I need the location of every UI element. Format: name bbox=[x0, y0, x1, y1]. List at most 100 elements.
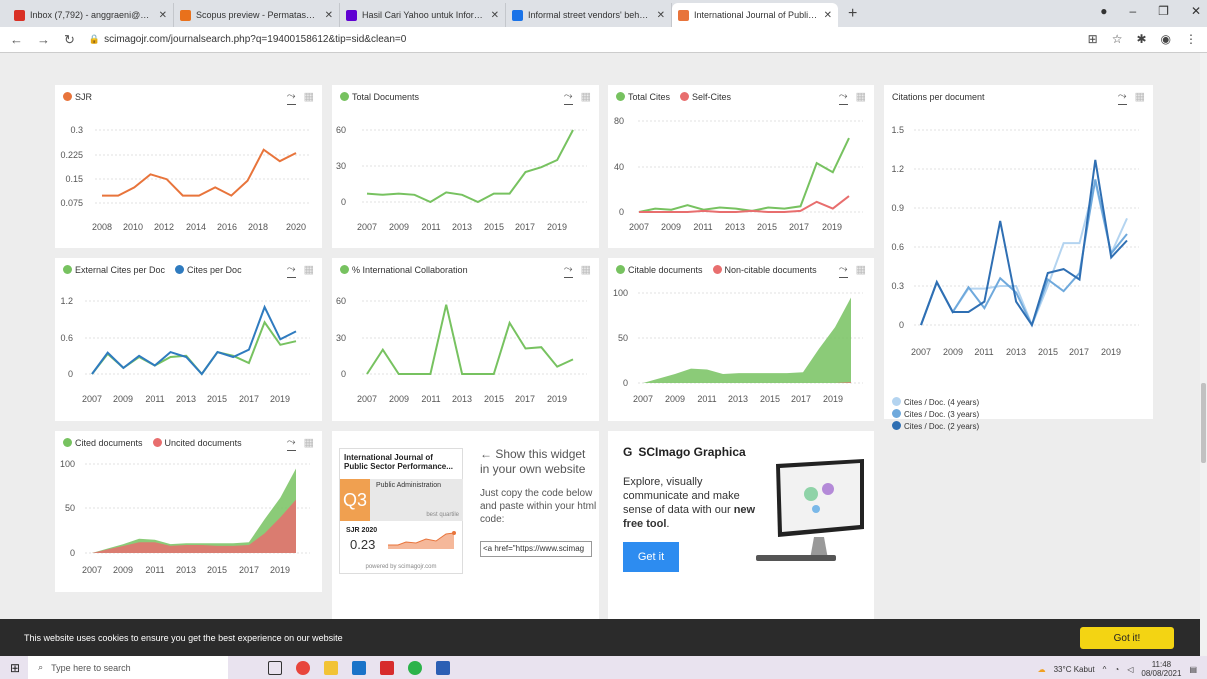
close-window-icon[interactable]: ✕ bbox=[1191, 4, 1201, 18]
x-tick: 2015 bbox=[484, 394, 504, 404]
profile-icon[interactable]: ● bbox=[1100, 4, 1107, 18]
quartile-badge: Q3 bbox=[340, 479, 370, 521]
tab-informal[interactable]: Informal street vendors' behavio ✕ bbox=[506, 3, 672, 27]
close-tab-icon[interactable]: ✕ bbox=[159, 10, 167, 21]
avatar[interactable]: ◉ bbox=[1161, 32, 1171, 46]
y-tick: 50 bbox=[65, 503, 75, 513]
notification-icon[interactable]: ▤ bbox=[1189, 665, 1197, 674]
minimize-icon[interactable]: – bbox=[1129, 4, 1136, 18]
url-field[interactable]: scimagojr.com/journalsearch.php?q=194001… bbox=[104, 34, 406, 45]
area-citable-documents bbox=[643, 297, 851, 383]
close-tab-icon[interactable]: ✕ bbox=[824, 10, 832, 21]
plot-area bbox=[643, 297, 851, 383]
menu-icon[interactable]: ⋮ bbox=[1185, 32, 1197, 46]
x-tick: 2019 bbox=[547, 222, 567, 232]
x-tick: 2009 bbox=[665, 394, 685, 404]
gmail-icon bbox=[14, 9, 25, 21]
plot-area bbox=[91, 304, 297, 376]
word-icon[interactable] bbox=[436, 660, 451, 675]
speaker-icon[interactable]: ◁ bbox=[1127, 665, 1133, 674]
x-tick: 2009 bbox=[661, 222, 681, 232]
file-explorer-icon[interactable] bbox=[324, 660, 339, 675]
scrollbar[interactable] bbox=[1200, 53, 1207, 656]
chart-svg-total-cites: 80 40 0 2007 2009 2011 2013 2015 2017 20… bbox=[614, 116, 863, 232]
scroll-thumb[interactable] bbox=[1201, 383, 1206, 463]
x-tick: 2009 bbox=[389, 222, 409, 232]
x-tick: 2007 bbox=[629, 222, 649, 232]
close-tab-icon[interactable]: ✕ bbox=[657, 10, 665, 21]
chart-card-citations-per-document: Citations per document ⤳ ▦ 1.5 1.2 0.9 0.… bbox=[884, 85, 1153, 431]
x-tick: 2013 bbox=[176, 565, 196, 575]
graphica-text-end: . bbox=[666, 518, 670, 530]
lock-icon: 🔒 bbox=[88, 34, 101, 44]
legend: Cites / Doc. (4 years) Cites / Doc. (3 y… bbox=[892, 397, 979, 433]
x-tick: 2017 bbox=[239, 565, 259, 575]
mail-icon[interactable] bbox=[352, 660, 367, 675]
best-quartile-label: best quartile bbox=[426, 512, 459, 518]
x-tick: 2019 bbox=[270, 565, 290, 575]
back-icon[interactable]: ← bbox=[10, 32, 23, 47]
x-tick: 2016 bbox=[217, 222, 237, 232]
network-icon[interactable]: ◔ bbox=[1114, 665, 1119, 674]
restore-icon[interactable]: ❐ bbox=[1158, 4, 1169, 18]
chat-app-icon[interactable] bbox=[408, 660, 423, 675]
tab-scopus[interactable]: Scopus preview - Permatasari, A ✕ bbox=[174, 3, 340, 27]
series-line-total-cites bbox=[638, 137, 850, 213]
chart-svg-citable-documents: 100 50 0 2007 2009 2011 2013 2015 2017 2… bbox=[613, 288, 863, 404]
cookie-accept-button[interactable]: Got it! bbox=[1080, 627, 1174, 649]
x-tick: 2011 bbox=[693, 222, 712, 232]
tab-yahoo[interactable]: Hasil Cari Yahoo untuk Informal ✕ bbox=[340, 3, 506, 27]
star-icon[interactable]: ☆ bbox=[1112, 32, 1123, 46]
tab-scimago[interactable]: International Journal of Public Se ✕ bbox=[672, 3, 838, 27]
new-tab-button[interactable]: + bbox=[848, 5, 857, 23]
x-tick: 2019 bbox=[547, 394, 567, 404]
x-tick: 2009 bbox=[389, 394, 409, 404]
x-tick: 2014 bbox=[186, 222, 206, 232]
weather-text[interactable]: 33°C Kabut bbox=[1054, 665, 1095, 674]
graphica-description: Explore, visually communicate and make s… bbox=[623, 475, 763, 531]
sparkline-point bbox=[452, 531, 456, 535]
legend-3-years: Cites / Doc. (3 years) bbox=[904, 410, 980, 419]
acrobat-icon[interactable] bbox=[380, 660, 395, 675]
clock[interactable]: 11:48 08/08/2021 bbox=[1141, 660, 1181, 678]
graphica-logo-icon: G bbox=[623, 445, 633, 459]
sjr-year-label: SJR 2020 bbox=[346, 527, 378, 534]
task-view-icon[interactable] bbox=[268, 660, 283, 675]
y-grid bbox=[638, 120, 863, 213]
chevron-up-icon[interactable]: ^ bbox=[1103, 665, 1107, 674]
x-tick: 2013 bbox=[452, 394, 472, 404]
close-tab-icon[interactable]: ✕ bbox=[491, 10, 499, 21]
translate-icon[interactable]: ⊞ bbox=[1088, 32, 1098, 46]
taskbar-search[interactable]: ⌕ Type here to search bbox=[28, 656, 229, 679]
windows-start-icon[interactable]: ⊞ bbox=[10, 661, 20, 675]
forward-icon[interactable]: → bbox=[37, 32, 50, 47]
y-tick: 50 bbox=[618, 333, 628, 343]
widget-preview[interactable]: International Journal of Public Sector P… bbox=[339, 448, 463, 574]
tab-gmail[interactable]: Inbox (7,792) - anggraeni@pres ✕ bbox=[8, 3, 174, 27]
widget-code-field[interactable]: <a href="https://www.scimag bbox=[480, 541, 592, 557]
x-tick: 2019 bbox=[823, 394, 843, 404]
plot-area bbox=[366, 304, 574, 375]
y-tick: 0.9 bbox=[891, 203, 904, 213]
page-content: SJR ⤳ ▦ 0.3 0.225 0.15 0.075 2008 2010 20… bbox=[0, 53, 1200, 619]
x-tick: 2017 bbox=[515, 394, 535, 404]
get-it-button[interactable]: Get it bbox=[623, 542, 679, 572]
y-tick: 0.6 bbox=[891, 242, 904, 252]
close-tab-icon[interactable]: ✕ bbox=[325, 10, 333, 21]
extensions-icon[interactable]: ✱ bbox=[1136, 32, 1146, 46]
x-tick: 2017 bbox=[515, 222, 535, 232]
y-tick: 0.15 bbox=[65, 174, 83, 184]
y-tick: 0.3 bbox=[891, 281, 904, 291]
x-tick: 2013 bbox=[452, 222, 472, 232]
y-tick: 30 bbox=[336, 161, 346, 171]
sjr-value: 0.23 bbox=[350, 537, 376, 552]
widget-category: Public Administration best quartile bbox=[370, 479, 463, 521]
x-tick: 2020 bbox=[286, 222, 306, 232]
plot-area bbox=[920, 159, 1128, 328]
reload-icon[interactable]: ↻ bbox=[64, 32, 75, 48]
window-controls: ● – ❐ ✕ bbox=[1100, 4, 1201, 18]
legend-dot bbox=[892, 397, 901, 406]
chrome-icon[interactable] bbox=[296, 660, 311, 675]
x-tick: 2015 bbox=[484, 222, 504, 232]
chart-card-citable-documents: Citable documents Non-citable documents … bbox=[608, 258, 874, 421]
